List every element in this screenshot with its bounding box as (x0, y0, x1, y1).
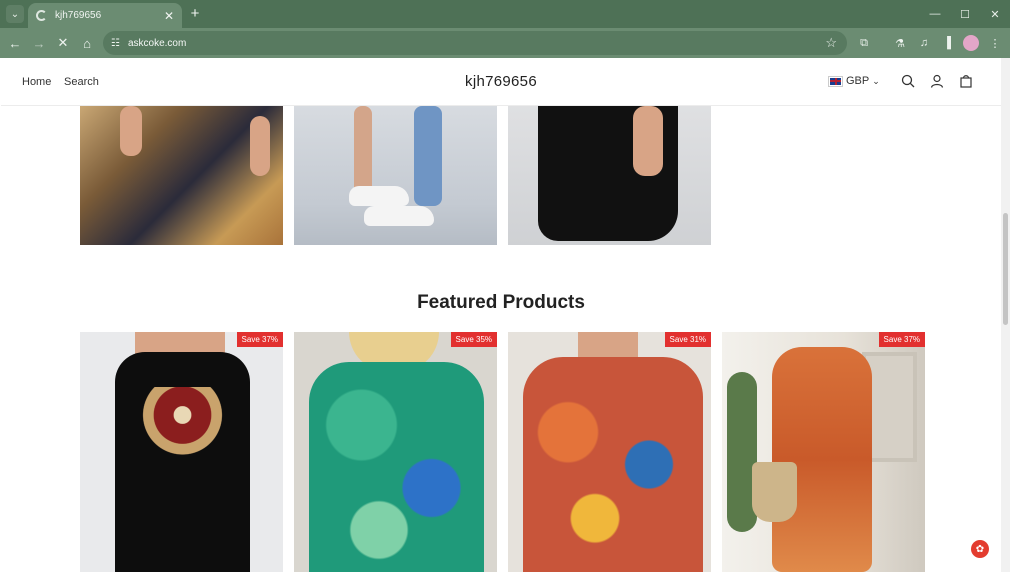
chevron-down-icon: ⌄ (872, 75, 880, 86)
green-paisley-blouse (309, 362, 484, 572)
browser-toolbar: ← → ✕ ⌂ ☷ askcoke.com ☆ ⧉ ⚗ ♫ ▐ ⋮ (0, 28, 1010, 58)
search-icon[interactable] (901, 74, 915, 88)
page-viewport: Home Search kjh769656 GBP ⌄ Featured Pro… (1, 58, 1001, 572)
discount-badge: Save 35% (450, 332, 497, 347)
collection-image-patterned-dress[interactable] (80, 106, 283, 245)
home-button[interactable]: ⌂ (78, 34, 96, 52)
browser-chrome: ⌄ kjh769656 ✕ + — ☐ ✕ ← → ✕ ⌂ ☷ askcoke.… (0, 0, 1010, 58)
tab-search-button[interactable]: ⌄ (6, 5, 24, 23)
uk-flag-icon (828, 75, 843, 87)
minimize-button[interactable]: — (920, 0, 950, 28)
side-panel-icon[interactable]: ▐ (939, 35, 955, 51)
product-card[interactable]: Save 31% (508, 332, 711, 572)
close-window-button[interactable]: ✕ (980, 0, 1010, 28)
black-embroidered-dress (115, 352, 250, 572)
user-icon[interactable] (930, 74, 944, 88)
embroidery-pattern (125, 387, 240, 457)
currency-label: GBP (846, 75, 870, 87)
loading-spinner-icon (36, 10, 47, 21)
site-info-icon[interactable]: ☷ (111, 38, 120, 49)
featured-products-title: Featured Products (417, 292, 585, 313)
chat-icon[interactable]: ✿ (971, 540, 989, 558)
maximize-button[interactable]: ☐ (950, 0, 980, 28)
discount-badge: Save 31% (664, 332, 711, 347)
media-controls-icon[interactable]: ♫ (916, 35, 932, 51)
scrollbar-thumb[interactable] (1003, 213, 1008, 325)
browser-menu-icon[interactable]: ⋮ (987, 35, 1003, 51)
page-scrollbar[interactable] (1001, 58, 1010, 572)
currency-selector[interactable]: GBP ⌄ (828, 75, 880, 87)
product-card[interactable]: Save 35% (294, 332, 497, 572)
bookmark-star-icon[interactable]: ☆ (825, 35, 837, 51)
collection-image-black-dress[interactable] (508, 106, 711, 245)
discount-badge: Save 37% (878, 332, 925, 347)
new-tab-button[interactable]: + (186, 5, 204, 22)
profile-avatar[interactable] (963, 35, 979, 51)
cart-icon[interactable] (959, 74, 973, 88)
address-bar[interactable]: ☷ askcoke.com ☆ (103, 31, 847, 55)
stop-loading-button[interactable]: ✕ (54, 34, 72, 52)
leg-shape (354, 106, 372, 196)
close-tab-icon[interactable]: ✕ (164, 9, 174, 23)
extensions-icon[interactable]: ⧉ (856, 35, 872, 51)
product-card[interactable]: Save 37% (722, 332, 925, 572)
browser-tab[interactable]: kjh769656 ✕ (28, 3, 182, 28)
discount-badge: Save 37% (236, 332, 283, 347)
straw-bag-shape (752, 462, 797, 522)
url-text: askcoke.com (127, 37, 187, 49)
orange-paisley-dress (523, 357, 703, 572)
arm-shape (250, 116, 270, 176)
forward-button[interactable]: → (30, 34, 48, 52)
tab-strip: ⌄ kjh769656 ✕ + — ☐ ✕ (0, 0, 1010, 28)
orange-maxi-dress (772, 347, 872, 572)
back-button[interactable]: ← (6, 34, 24, 52)
arm-shape (633, 106, 663, 176)
sneaker-shape (364, 206, 434, 226)
store-header: Home Search kjh769656 GBP ⌄ (1, 58, 1001, 106)
arm-shape (120, 106, 142, 156)
window-controls: — ☐ ✕ (920, 0, 1010, 28)
jeans-shape (414, 106, 442, 206)
sneaker-shape (349, 186, 409, 206)
labs-flask-icon[interactable]: ⚗ (892, 35, 908, 51)
tab-title: kjh769656 (55, 10, 102, 21)
product-card[interactable]: Save 37% (80, 332, 283, 572)
collection-image-sneakers[interactable] (294, 106, 497, 245)
